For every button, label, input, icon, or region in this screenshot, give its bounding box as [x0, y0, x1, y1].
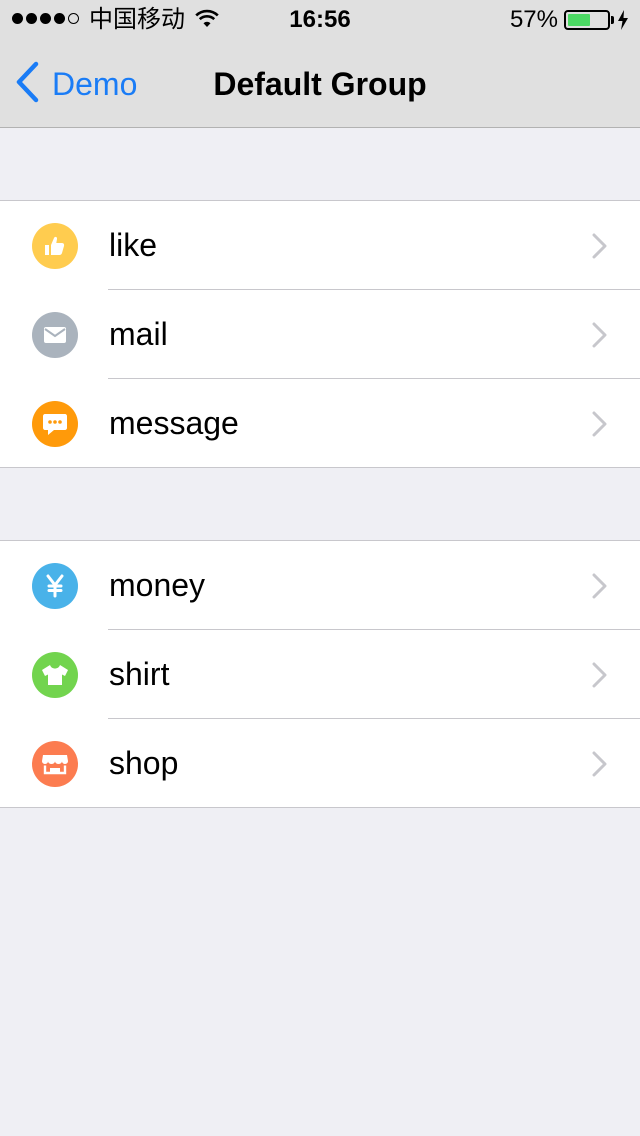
settings-group-1: like mail message	[0, 200, 640, 468]
list-item-message[interactable]: message	[0, 379, 640, 468]
list-item-label: shirt	[109, 656, 170, 692]
battery-percent: 57%	[509, 6, 558, 33]
battery-icon	[564, 10, 610, 30]
list-item-shop[interactable]: shop	[0, 719, 640, 808]
storefront-icon	[32, 741, 78, 787]
list-item-label: mail	[109, 316, 168, 352]
chevron-right-icon	[590, 573, 608, 604]
chevron-right-icon	[590, 662, 608, 693]
thumbs-up-icon	[32, 223, 78, 269]
chat-bubble-icon	[32, 401, 78, 447]
chevron-right-icon	[590, 411, 608, 442]
yen-icon	[32, 563, 78, 609]
list-item-like[interactable]: like	[0, 201, 640, 290]
status-bar: 中国移动 16:56 57%	[0, 0, 640, 40]
list-item-money[interactable]: money	[0, 541, 640, 630]
battery-tip	[611, 16, 614, 24]
list-item-label: message	[109, 405, 239, 441]
top-bar: 中国移动 16:56 57% Demo Default Group	[0, 0, 640, 128]
list-item-shirt[interactable]: shirt	[0, 630, 640, 719]
list-item-label: like	[109, 227, 158, 263]
list-item-label: shop	[109, 745, 179, 781]
settings-group-2: money shirt shop	[0, 540, 640, 808]
chevron-right-icon	[590, 322, 608, 353]
envelope-icon	[32, 312, 78, 358]
chevron-right-icon	[590, 751, 608, 782]
list-item-label: money	[109, 567, 206, 603]
list-item-mail[interactable]: mail	[0, 290, 640, 379]
tshirt-icon	[32, 652, 78, 698]
battery-level	[568, 14, 590, 26]
charging-bolt-icon	[617, 10, 629, 35]
chevron-right-icon	[590, 233, 608, 264]
page-title: Default Group	[213, 66, 427, 102]
